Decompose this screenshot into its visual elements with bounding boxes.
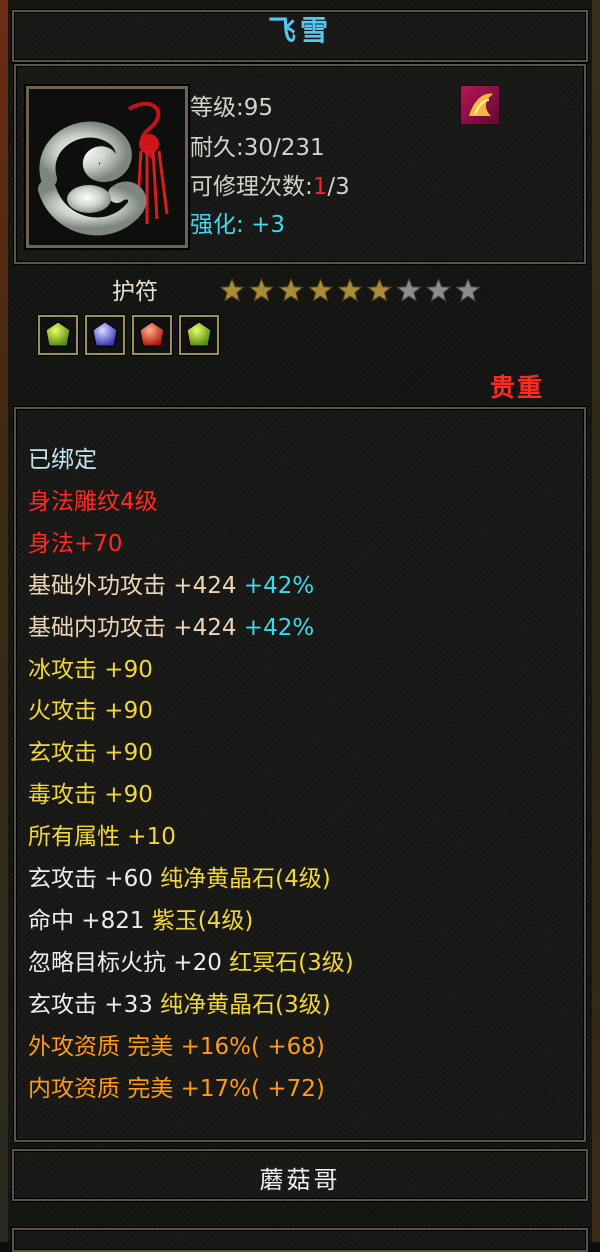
property-text: 忽略目标火抗 +20: [28, 949, 230, 976]
star-filled-icon: [220, 278, 245, 302]
star-empty-icon: [455, 278, 481, 302]
star-empty-icon: [425, 278, 452, 302]
green-gem-icon[interactable]: [179, 315, 219, 355]
right-edge-strip: [592, 0, 600, 1242]
property-text: 红冥石(3级): [229, 949, 354, 976]
bottom-bar: [12, 1228, 588, 1252]
jade-pendant-icon: [29, 89, 185, 245]
property-row: 已绑定: [28, 440, 97, 474]
enhance-level: 强化: +3: [190, 205, 285, 239]
star-filled-icon: [248, 278, 275, 302]
star-filled-icon: [307, 278, 334, 302]
star-filled-icon: [366, 278, 393, 302]
red-gem-icon[interactable]: [132, 315, 172, 355]
property-text: +42%: [243, 572, 315, 599]
item-durability: 耐久:30/231: [190, 135, 325, 161]
property-text: 纯净黄晶石(3级): [160, 991, 331, 1018]
property-text: 毒攻击 +90: [28, 782, 153, 809]
star-rating: [220, 278, 481, 302]
property-row: 玄攻击 +60 纯净黄晶石(4级): [28, 859, 331, 893]
property-row: 冰攻击 +90: [28, 650, 153, 684]
property-text: +42%: [243, 614, 315, 641]
property-text: 火攻击 +90: [28, 698, 153, 725]
item-rarity: 贵重: [490, 373, 545, 402]
property-text: 紫玉(4级): [151, 907, 254, 934]
property-text: 冰攻击 +90: [28, 656, 153, 683]
star-empty-icon: [396, 278, 422, 302]
enhance-value: +3: [251, 212, 285, 238]
enhance-label: 强化:: [190, 212, 252, 238]
property-text: 身法雕纹4级: [28, 488, 158, 515]
left-edge-strip: [0, 0, 8, 1242]
property-row: 外攻资质 完美 +16%( +68): [28, 1027, 325, 1061]
property-row: 身法雕纹4级: [28, 482, 158, 516]
owner-name: 蘑菇哥: [259, 1166, 341, 1194]
property-text: 内攻资质 完美 +17%( +72): [28, 1075, 325, 1102]
property-row: 毒攻击 +90: [28, 775, 153, 809]
property-row: 火攻击 +90: [28, 691, 153, 725]
repair-count-label: 可修理次数:: [190, 174, 313, 200]
item-level: 等级:95: [190, 95, 274, 121]
property-row: 玄攻击 +33 纯净黄晶石(3级): [28, 985, 331, 1019]
star-filled-icon: [337, 278, 363, 302]
property-row: 所有属性 +10: [28, 817, 176, 851]
item-name: 飞雪: [267, 14, 332, 47]
property-row: 身法+70: [28, 524, 123, 558]
property-text: 基础内功攻击 +424: [28, 614, 244, 641]
repair-count: 可修理次数:1/3: [190, 167, 350, 201]
property-text: 已绑定: [28, 447, 97, 473]
property-row: 基础内功攻击 +424 +42%: [28, 608, 314, 642]
property-text: 玄攻击 +33: [28, 991, 161, 1018]
property-text: 命中 +821: [28, 907, 152, 934]
special-badge-icon: [460, 85, 500, 125]
property-text: 身法+70: [28, 530, 123, 557]
property-row: 内攻资质 完美 +17%( +72): [28, 1069, 325, 1103]
property-row: 忽略目标火抗 +20 红冥石(3级): [28, 943, 354, 977]
property-row: 玄攻击 +90: [28, 733, 153, 767]
star-filled-icon: [278, 278, 304, 302]
item-type: 护符: [112, 279, 158, 305]
item-portrait: [26, 86, 188, 248]
property-text: 外攻资质 完美 +16%( +68): [28, 1033, 325, 1060]
property-text: 纯净黄晶石(4级): [160, 866, 331, 892]
property-row: 命中 +821 紫玉(4级): [28, 901, 253, 935]
property-text: 基础外功攻击 +424: [28, 572, 244, 599]
green-gem-icon[interactable]: [38, 315, 78, 355]
property-text: 玄攻击 +60: [28, 866, 161, 892]
repair-count-total: /3: [327, 174, 350, 200]
property-row: 基础外功攻击 +424 +42%: [28, 566, 314, 600]
property-text: 玄攻击 +90: [28, 740, 153, 767]
repair-count-current: 1: [312, 174, 328, 200]
property-text: 所有属性 +10: [28, 824, 176, 851]
blue-gem-icon[interactable]: [85, 315, 125, 355]
